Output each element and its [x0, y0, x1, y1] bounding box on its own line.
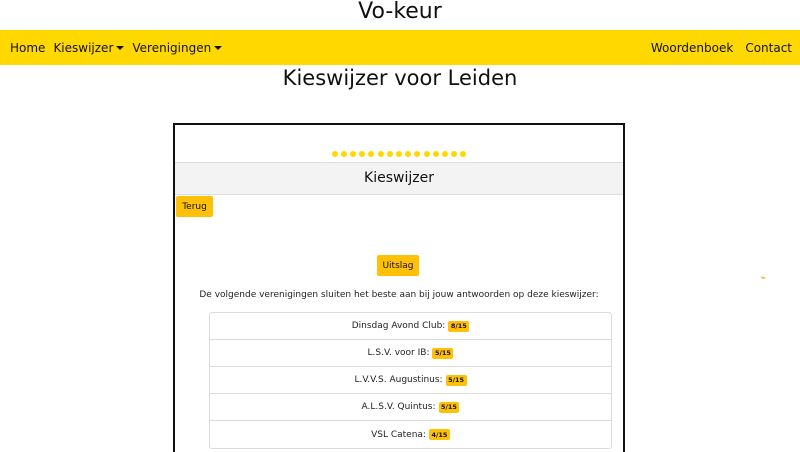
card-header: Kieswijzer	[175, 162, 623, 195]
progress-dot	[377, 151, 384, 157]
results-intro: De volgende verenigingen sluiten het bes…	[199, 290, 599, 300]
score-badge: 5/15	[432, 347, 454, 359]
progress-dot	[405, 151, 412, 157]
progress-dot	[386, 151, 393, 157]
progress-dot	[331, 151, 338, 157]
result-button[interactable]: Uitslag	[377, 255, 419, 276]
nav-dropdown-kieswijzer-label: Kieswijzer	[53, 40, 114, 55]
progress-dot	[432, 151, 439, 157]
score-badge: 8/15	[448, 320, 470, 332]
list-item: L.S.V. voor IB: 5/15	[210, 340, 611, 367]
progress-dot	[368, 151, 375, 157]
association-name: A.L.S.V. Quintus:	[361, 402, 436, 412]
nav-dropdown-verenigingen-label: Verenigingen	[132, 40, 212, 55]
navbar: Home Kieswijzer Verenigingen Woordenboek…	[0, 30, 800, 65]
association-name: Dinsdag Avond Club:	[351, 321, 446, 331]
progress-dot	[350, 151, 357, 157]
nav-link-woordenboek[interactable]: Woordenboek	[651, 41, 733, 55]
list-item: Dinsdag Avond Club: 8/15	[210, 313, 611, 340]
page-title: Kieswijzer voor Leiden	[282, 66, 518, 90]
association-name: L.V.V.S. Augustinus:	[354, 375, 443, 385]
nav-dropdown-verenigingen[interactable]: Verenigingen	[132, 40, 223, 55]
progress-dot	[441, 151, 448, 157]
list-item: L.V.V.S. Augustinus: 5/15	[210, 367, 611, 394]
progress-dot	[396, 151, 402, 157]
progress-dot	[414, 151, 421, 157]
brand-title[interactable]: Vo-keur	[0, 0, 800, 30]
score-badge: 5/15	[438, 401, 460, 413]
progress-dot	[451, 151, 458, 157]
caret-down-icon	[116, 46, 125, 50]
nav-link-home-label: Home	[10, 40, 46, 55]
association-name: VSL Catena:	[371, 429, 426, 440]
progress-dot	[460, 151, 467, 157]
progress-dot	[423, 151, 430, 157]
nav-link-contact-label: Contact	[745, 40, 792, 55]
caret-down-icon	[214, 46, 223, 50]
result-list: Dinsdag Avond Club: 8/15 L.S.V. voor IB:…	[209, 312, 612, 449]
progress-dot	[340, 151, 347, 157]
list-item: VSL Catena: 4/15	[210, 421, 611, 448]
back-button[interactable]: Terug	[176, 196, 213, 217]
progress-dot	[359, 151, 366, 157]
list-item: A.L.S.V. Quintus: 5/15	[210, 394, 611, 421]
score-badge: 5/15	[445, 374, 467, 386]
nav-right: Woordenboek Contact	[639, 41, 792, 55]
nav-left: Home Kieswijzer Verenigingen	[10, 41, 230, 55]
nav-dropdown-kieswijzer[interactable]: Kieswijzer	[53, 40, 125, 55]
progress-dots	[175, 151, 623, 157]
nav-link-woordenboek-label: Woordenboek	[650, 40, 734, 55]
association-name: L.S.V. voor IB:	[367, 348, 430, 358]
nav-link-home[interactable]: Home	[10, 41, 45, 55]
kieswijzer-card: Kieswijzer Terug Uitslag De volgende ver…	[173, 123, 625, 452]
score-badge: 4/15	[428, 429, 450, 440]
beer-mug-icon[interactable]: ☕	[760, 273, 767, 281]
nav-link-contact[interactable]: Contact	[745, 41, 792, 55]
